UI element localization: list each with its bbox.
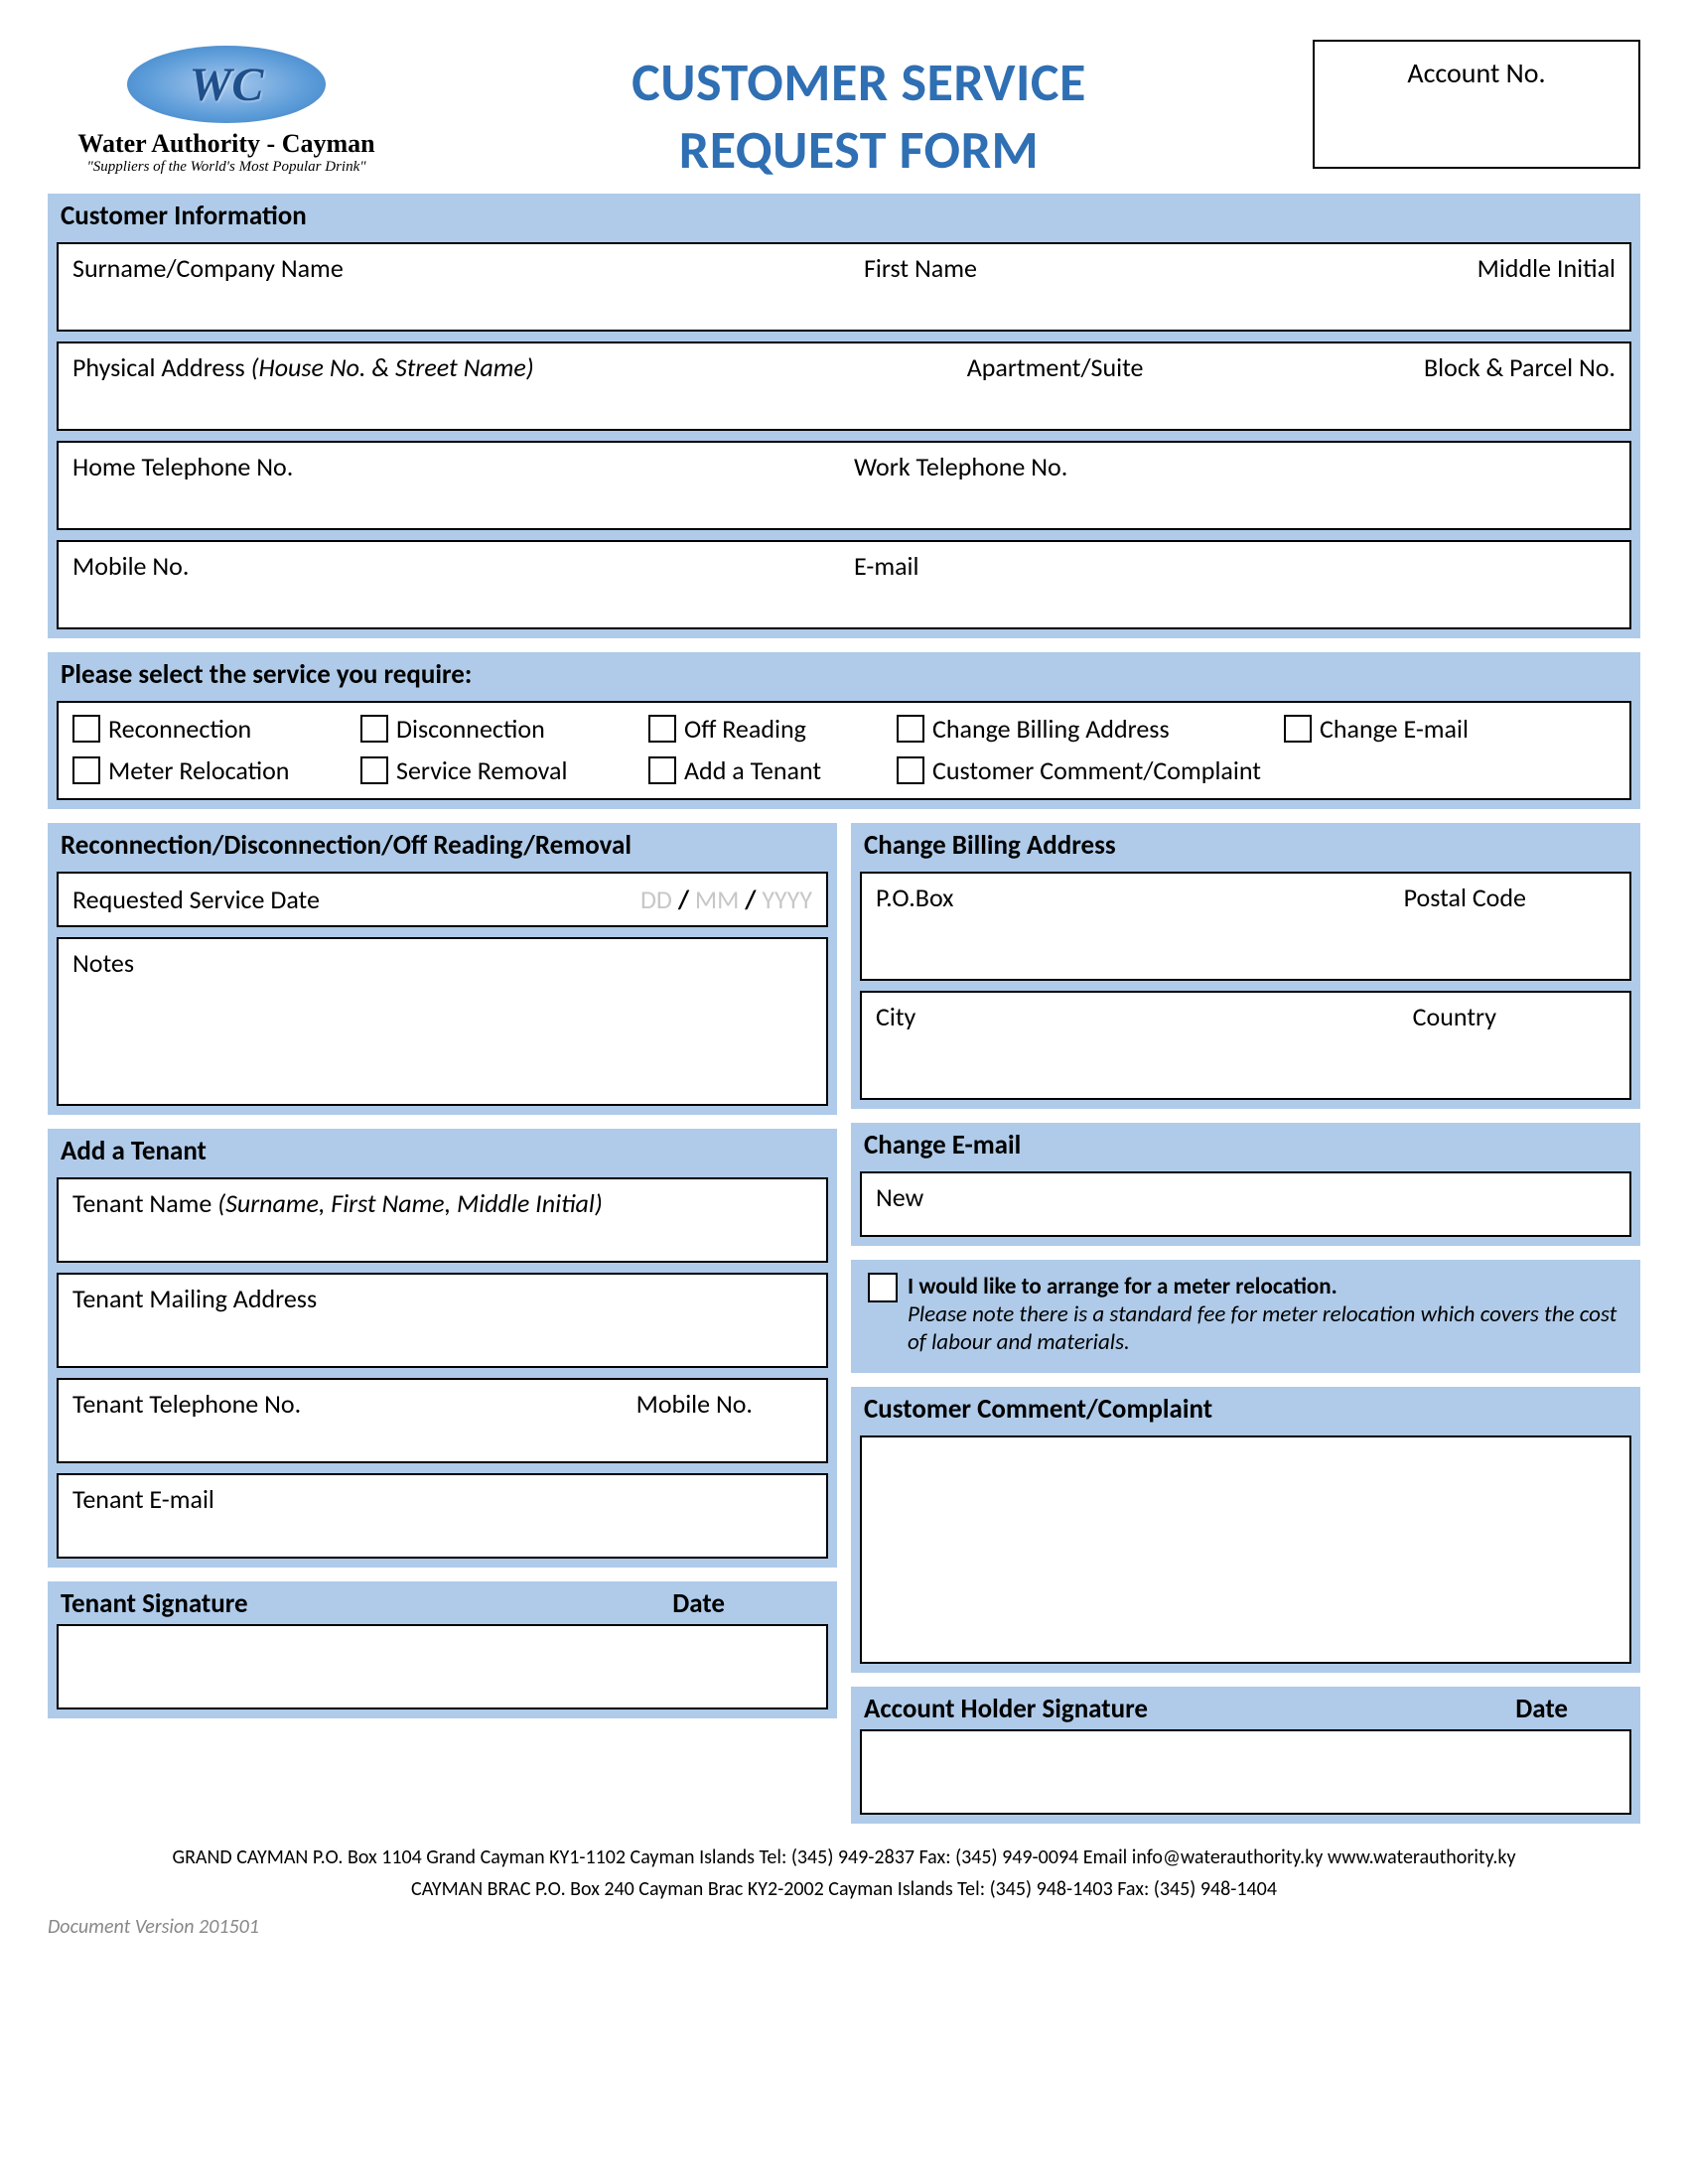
chk-arrange-relocation[interactable] [868,1273,898,1302]
details-columns: Reconnection/Disconnection/Off Reading/R… [48,823,1640,1824]
relocation-text: I would like to arrange for a meter relo… [908,1273,1623,1356]
requested-date-label: Requested Service Date [72,884,621,915]
account-number-field[interactable]: Account No. [1313,40,1640,169]
complaint-section: Customer Comment/Complaint [851,1387,1640,1673]
footer: GRAND CAYMAN P.O. Box 1104 Grand Cayman … [48,1842,1640,1905]
service-select-section: Please select the service you require: R… [48,652,1640,809]
change-email-section: Change E-mail New [851,1123,1640,1246]
tenant-signature-section: Tenant Signature Date [48,1581,837,1718]
first-name-label: First Name [864,252,1458,322]
chk-comment-complaint[interactable]: Customer Comment/Complaint [897,754,1261,786]
change-email-heading: Change E-mail [854,1126,1637,1165]
account-sig-label: Account Holder Signature [864,1693,1515,1725]
pobox-row[interactable]: P.O.Box Postal Code [860,872,1631,981]
service-checkbox-area: Reconnection Disconnection Off Reading C… [57,701,1631,800]
mobile-label: Mobile No. [72,550,834,619]
work-tel-label: Work Telephone No. [854,451,1616,520]
right-column: Change Billing Address P.O.Box Postal Co… [851,823,1640,1824]
block-parcel-label: Block & Parcel No. [1424,351,1616,421]
title-line-2: REQUEST FORM [405,117,1313,185]
header: WC Water Authority - Cayman "Suppliers o… [48,40,1640,184]
new-email-label: New [876,1181,923,1227]
apt-label: Apartment/Suite [967,351,1404,421]
org-tagline: "Suppliers of the World's Most Popular D… [48,159,405,176]
date-format-hint: DD / MM / YYYY [640,884,812,915]
footer-line-2: CAYMAN BRAC P.O. Box 240 Cayman Brac KY2… [48,1873,1640,1905]
footer-line-1: GRAND CAYMAN P.O. Box 1104 Grand Cayman … [48,1842,1640,1873]
tenant-sig-date-label: Date [672,1587,824,1620]
chk-change-billing[interactable]: Change Billing Address [897,713,1274,745]
tenant-name-label: Tenant Name (Surname, First Name, Middle… [72,1187,603,1253]
chk-reconnection[interactable]: Reconnection [72,713,351,745]
country-label: Country [1413,1001,1616,1090]
new-email-field[interactable]: New [860,1171,1631,1237]
requested-date-field[interactable]: Requested Service Date DD / MM / YYYY [57,872,828,927]
postal-label: Postal Code [1404,882,1616,971]
account-signature-section: Account Holder Signature Date [851,1687,1640,1824]
surname-label: Surname/Company Name [72,252,844,322]
name-row[interactable]: Surname/Company Name First Name Middle I… [57,242,1631,332]
logo-block: WC Water Authority - Cayman "Suppliers o… [48,40,405,176]
logo-icon: WC [127,46,326,123]
account-sig-date-label: Date [1515,1693,1627,1725]
phys-addr-label: Physical Address (House No. & Street Nam… [72,351,947,421]
tenant-email-field[interactable]: Tenant E-mail [57,1473,828,1559]
account-signature-field[interactable] [860,1729,1631,1815]
service-select-heading: Please select the service you require: [51,655,1637,695]
phone-row[interactable]: Home Telephone No. Work Telephone No. [57,441,1631,530]
chk-disconnection[interactable]: Disconnection [360,713,638,745]
reconnection-heading: Reconnection/Disconnection/Off Reading/R… [51,826,834,866]
tenant-tel-label: Tenant Telephone No. [72,1388,617,1453]
add-tenant-heading: Add a Tenant [51,1132,834,1171]
city-label: City [876,1001,1393,1090]
middle-initial-label: Middle Initial [1477,252,1616,322]
address-row[interactable]: Physical Address (House No. & Street Nam… [57,341,1631,431]
chk-off-reading[interactable]: Off Reading [648,713,887,745]
customer-info-heading: Customer Information [51,197,1637,236]
meter-relocation-section: I would like to arrange for a meter relo… [851,1260,1640,1373]
home-tel-label: Home Telephone No. [72,451,834,520]
tenant-mobile-label: Mobile No. [636,1388,812,1453]
add-tenant-section: Add a Tenant Tenant Name (Surname, First… [48,1129,837,1568]
tenant-phone-field[interactable]: Tenant Telephone No. Mobile No. [57,1378,828,1463]
customer-info-section: Customer Information Surname/Company Nam… [48,194,1640,638]
complaint-heading: Customer Comment/Complaint [854,1390,1637,1430]
reconnection-section: Reconnection/Disconnection/Off Reading/R… [48,823,837,1115]
title-line-1: CUSTOMER SERVICE [405,50,1313,117]
tenant-sig-label: Tenant Signature [61,1587,672,1620]
tenant-email-label: Tenant E-mail [72,1483,214,1549]
pobox-label: P.O.Box [876,882,1384,971]
chk-add-tenant[interactable]: Add a Tenant [648,754,887,786]
left-column: Reconnection/Disconnection/Off Reading/R… [48,823,837,1824]
tenant-mail-field[interactable]: Tenant Mailing Address [57,1273,828,1368]
contact-row[interactable]: Mobile No. E-mail [57,540,1631,629]
chk-meter-relocation[interactable]: Meter Relocation [72,754,351,786]
org-name: Water Authority - Cayman [48,129,405,159]
tenant-mail-label: Tenant Mailing Address [72,1283,317,1358]
document-version: Document Version 201501 [48,1915,1640,1939]
tenant-name-field[interactable]: Tenant Name (Surname, First Name, Middle… [57,1177,828,1263]
account-number-label: Account No. [1407,56,1545,90]
tenant-signature-field[interactable] [57,1624,828,1709]
notes-field[interactable]: Notes [57,937,828,1106]
complaint-field[interactable] [860,1435,1631,1664]
email-label: E-mail [854,550,1616,619]
change-billing-heading: Change Billing Address [854,826,1637,866]
page-title: CUSTOMER SERVICE REQUEST FORM [405,40,1313,184]
change-billing-section: Change Billing Address P.O.Box Postal Co… [851,823,1640,1109]
chk-change-email[interactable]: Change E-mail [1284,713,1469,745]
notes-label: Notes [72,947,134,1096]
city-row[interactable]: City Country [860,991,1631,1100]
chk-service-removal[interactable]: Service Removal [360,754,638,786]
